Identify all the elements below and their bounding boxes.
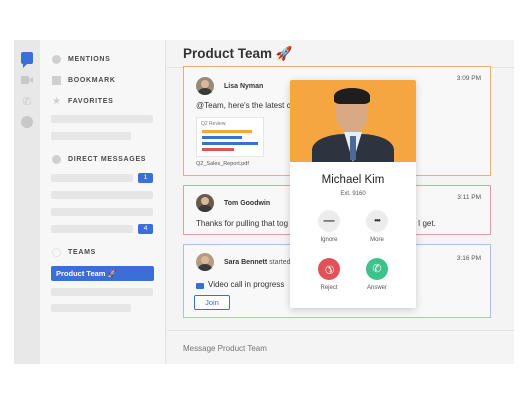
ignore-button[interactable]: — xyxy=(318,210,340,232)
attachment-label: Q2 Review xyxy=(201,121,226,127)
sidebar-item-favorites[interactable]: ★ FAVORITES xyxy=(52,94,113,108)
more-label: More xyxy=(370,237,384,243)
icon-rail: ✆ xyxy=(14,40,40,364)
placeholder-row xyxy=(51,304,131,312)
phone-icon[interactable]: ✆ xyxy=(21,96,33,108)
preview-bar xyxy=(202,130,252,133)
join-button[interactable]: Join xyxy=(194,295,230,310)
sidebar-section-direct-messages[interactable]: DIRECT MESSAGES xyxy=(52,152,146,166)
caller-photo xyxy=(290,80,416,162)
message-text: Thanks for pulling that tog xyxy=(196,219,289,228)
video-icon[interactable] xyxy=(21,74,33,86)
attachment-preview[interactable]: Q2 Review xyxy=(196,117,264,157)
message-text: I get. xyxy=(418,219,436,228)
timestamp: 3:16 PM xyxy=(456,255,481,262)
preview-bar xyxy=(202,148,234,151)
sidebar-label: DIRECT MESSAGES xyxy=(68,155,147,163)
unread-badge: 4 xyxy=(138,224,153,234)
caller-name: Michael Kim xyxy=(321,174,385,186)
ignore-label: Ignore xyxy=(320,237,338,243)
reject-label: Reject xyxy=(320,285,338,291)
avatar xyxy=(196,253,214,271)
sidebar: MENTIONS BOOKMARK ★ FAVORITES DIRECT MES… xyxy=(40,40,166,364)
avatar xyxy=(196,77,214,95)
placeholder-row xyxy=(51,225,133,233)
star-icon: ★ xyxy=(52,95,61,107)
sidebar-item-mentions[interactable]: MENTIONS xyxy=(52,52,111,66)
bookmark-icon xyxy=(52,75,61,85)
attachment-filename[interactable]: Q2_Sales_Report.pdf xyxy=(196,161,249,167)
timestamp: 3:11 PM xyxy=(457,194,481,201)
sidebar-item-product-team[interactable]: Product Team 🚀 xyxy=(51,266,154,281)
app-window: ✆ MENTIONS BOOKMARK ★ FAVORITES DIRECT M… xyxy=(14,40,514,364)
video-call-icon xyxy=(196,283,204,289)
teams-icon xyxy=(52,247,61,257)
at-icon xyxy=(52,54,61,64)
answer-button[interactable]: ✆ xyxy=(366,258,388,280)
author-name: Lisa Nyman xyxy=(224,83,264,90)
photo-shape xyxy=(350,136,356,160)
placeholder-row xyxy=(51,174,133,182)
preview-bar xyxy=(202,136,242,139)
sidebar-item-bookmark[interactable]: BOOKMARK xyxy=(52,73,116,87)
user-icon[interactable] xyxy=(21,116,33,128)
channel-header: Product Team 🚀 xyxy=(167,40,514,68)
answer-label: Answer xyxy=(366,285,387,291)
photo-shape xyxy=(334,88,370,104)
placeholder-row xyxy=(51,191,153,199)
placeholder-row xyxy=(51,288,153,296)
timestamp: 3:09 PM xyxy=(456,75,481,82)
preview-bar xyxy=(202,142,258,145)
sidebar-label: MENTIONS xyxy=(68,55,111,63)
sidebar-label: FAVORITES xyxy=(68,97,114,105)
caller-extension: Ext. 9160 xyxy=(340,191,366,197)
message-composer xyxy=(167,330,514,364)
placeholder-row xyxy=(51,115,153,123)
author-name: Tom Goodwin xyxy=(224,200,271,207)
sidebar-label: BOOKMARK xyxy=(68,76,116,84)
author-name-text: Sara Bennett xyxy=(224,259,268,266)
chat-icon[interactable] xyxy=(21,52,33,68)
person-icon xyxy=(52,154,61,164)
incoming-call-card: Michael Kim Ext. 9160 — Ignore ••• More … xyxy=(290,80,416,308)
avatar xyxy=(196,194,214,212)
reject-button[interactable]: ✆ xyxy=(313,253,345,285)
message-input[interactable] xyxy=(183,341,483,355)
more-button[interactable]: ••• xyxy=(366,210,388,232)
placeholder-row xyxy=(51,208,153,216)
sidebar-section-teams[interactable]: TEAMS xyxy=(52,245,96,259)
placeholder-row xyxy=(51,132,131,140)
author-name: Sara Bennett started a xyxy=(224,259,296,266)
sidebar-label: TEAMS xyxy=(68,248,96,256)
message-text: Video call in progress xyxy=(208,280,285,289)
unread-badge: 1 xyxy=(138,173,153,183)
page-title: Product Team 🚀 xyxy=(183,46,293,61)
message-text: @Team, here's the latest c xyxy=(196,101,291,110)
